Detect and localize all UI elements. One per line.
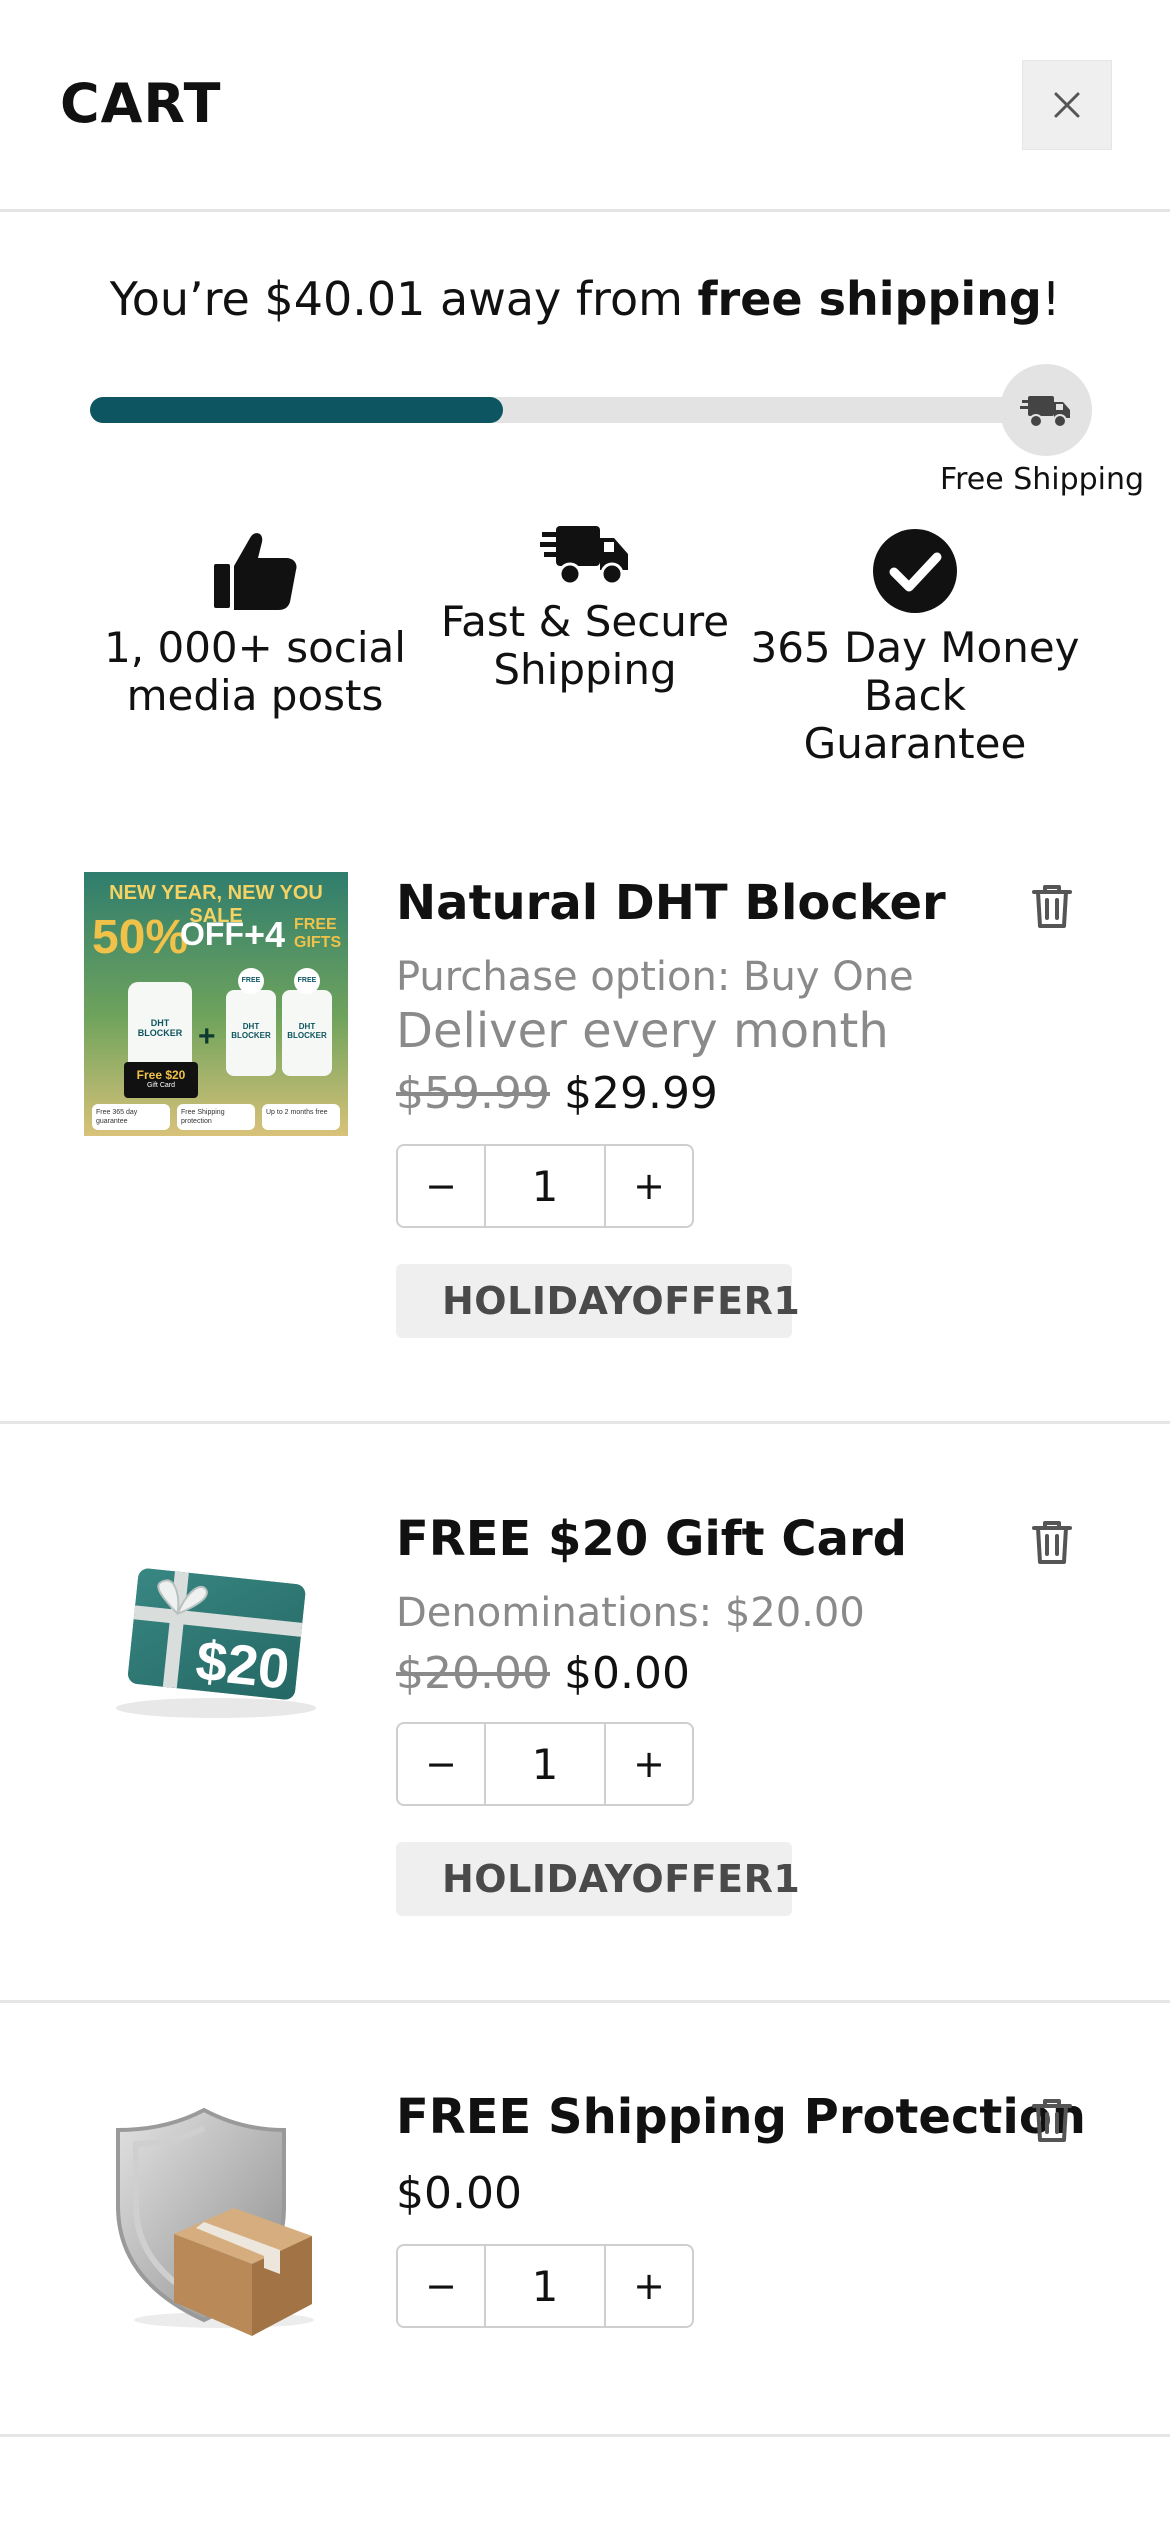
feature-money-line1: 365 Day Money [750,623,1080,672]
coupon-badge: HOLIDAYOFFER1 [396,1264,800,1338]
feature-social-line1: 1, 000+ social [104,623,406,672]
price-sale: $0.00 [563,1648,690,1699]
qty-decrease-button[interactable]: − [398,1146,484,1226]
item-denomination: Denominations: $20.00 [396,1590,865,1636]
promo-gifts: GIFTS [294,934,342,951]
item-delivery-frequency: Deliver every month [396,1003,889,1059]
check-circle-icon [873,529,957,613]
bottle-free-1: DHT BLOCKER [226,990,276,1076]
feature-fast-shipping: Fast & Secure Shipping [430,520,740,694]
perk-shipping: Free Shipping protection [177,1104,255,1130]
item-name[interactable]: FREE $20 Gift Card [396,1511,907,1567]
quantity-stepper: − 1 + [396,1144,694,1228]
coupon-code: HOLIDAYOFFER1 [442,1857,801,1901]
item-purchase-option: Purchase option: Buy One [396,954,914,1000]
feature-money-line3: Guarantee [803,719,1027,768]
gift-card-badge-title: Free $20 [136,1068,186,1082]
feature-money-back: 365 Day Money Back Guarantee [745,526,1085,768]
shipping-progress-fill [90,397,503,423]
qty-increase-button[interactable]: + [606,2246,692,2326]
promo-percent: 50% [92,911,189,964]
quantity-stepper: − 1 + [396,2244,694,2328]
item-name[interactable]: Natural DHT Blocker [396,875,946,931]
item-divider [0,2000,1170,2003]
plus-sign: + [198,1020,216,1053]
feature-social-posts: 1, 000+ social media posts [100,526,410,720]
item-name[interactable]: FREE Shipping Protection [396,2089,1086,2145]
price-original: $59.99 [396,1068,550,1119]
promo-free: FREE [294,916,337,933]
dht-blocker-image[interactable]: NEW YEAR, NEW YOU SALE 50% OFF +4 FREE G… [84,872,348,1136]
qty-decrease-button[interactable]: − [398,1724,484,1804]
shield-box-illustration [116,2107,314,2336]
gift-card-image[interactable]: $20 [84,1510,348,1774]
shipping-progress-bar [90,397,1050,423]
qty-increase-button[interactable]: + [606,1724,692,1804]
shipping-protection-image[interactable] [84,2096,348,2360]
item-divider [0,1421,1170,1424]
perk-months: Up to 2 months free [262,1104,340,1130]
price-sale: $0.00 [396,2168,522,2219]
shipping-message-suffix: ! [1041,272,1061,326]
shipping-truck-badge [1000,364,1092,456]
coupon-badge: HOLIDAYOFFER1 [396,1842,800,1916]
qty-decrease-button[interactable]: − [398,2246,484,2326]
thumbs-up-icon [214,533,297,610]
qty-value[interactable]: 1 [484,1146,606,1226]
trash-icon[interactable] [1030,2096,1074,2144]
shipping-message-prefix: You’re $40.01 away from [109,272,698,326]
gift-card-badge-sub: Gift Card [146,1082,175,1089]
bottle-free-2-label: DHT BLOCKER [287,1022,327,1040]
coupon-code: HOLIDAYOFFER1 [442,1279,801,1323]
price-original: $20.00 [396,1648,550,1699]
feature-shipping-line1: Fast & Secure [440,597,730,646]
qty-increase-button[interactable]: + [606,1146,692,1226]
promo-off: OFF [180,916,244,952]
quantity-stepper: − 1 + [396,1722,694,1806]
fast-truck-icon [540,526,628,586]
trash-icon[interactable] [1030,882,1074,930]
bottle-free-2: DHT BLOCKER [282,990,332,1076]
promo-plus: +4 [244,914,286,955]
shipping-message-bold: free shipping [697,272,1042,326]
bottle-main-label: DHT BLOCKER [137,1018,183,1038]
gift-card-value: $20 [192,1628,293,1701]
feature-social-line2: media posts [126,671,384,720]
gift-card-badge: Free $20 Gift Card [124,1062,198,1098]
feature-shipping-line2: Shipping [493,645,677,694]
cart-title: CART [60,72,222,135]
free-shipping-message: You’re $40.01 away from free shipping! [0,272,1170,326]
bottle-free-1-label: DHT BLOCKER [231,1022,271,1040]
perk-guarantee: Free 365 day guarantee [92,1104,170,1130]
price-sale: $29.99 [563,1068,718,1119]
free-badge-2: FREE [294,968,320,994]
qty-value[interactable]: 1 [484,2246,606,2326]
item-price: $20.00 $0.00 [396,1648,690,1699]
close-icon [1054,92,1080,118]
free-badge-1: FREE [238,968,264,994]
item-divider [0,2434,1170,2437]
cart-header: CART [0,0,1170,212]
close-button[interactable] [1022,60,1112,150]
qty-value[interactable]: 1 [484,1724,606,1804]
feature-money-line2: Back [864,671,966,720]
item-price: $0.00 [396,2168,522,2219]
free-shipping-label: Free Shipping [940,462,1145,497]
truck-icon [1020,396,1070,428]
item-price: $59.99 $29.99 [396,1068,718,1119]
trash-icon[interactable] [1030,1518,1074,1566]
